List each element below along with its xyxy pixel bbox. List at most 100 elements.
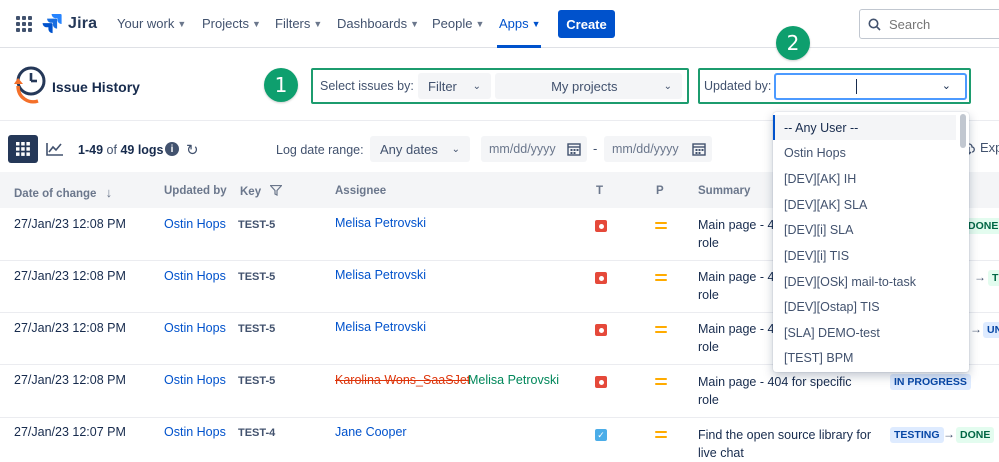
logs-count: 1-49 of 49 logs xyxy=(78,143,164,157)
row-key[interactable]: TEST-5 xyxy=(238,323,275,335)
dropdown-option[interactable]: [DEV][Ostap] TIS xyxy=(773,294,956,319)
col-type[interactable]: T xyxy=(596,185,603,197)
status-badge: IN PROGRESS xyxy=(890,374,971,390)
app-switcher-icon[interactable] xyxy=(16,16,32,32)
chevron-down-icon: ▼ xyxy=(251,18,261,29)
task-checkbox-icon: ✓ xyxy=(595,429,607,441)
date-range-label: Log date range: xyxy=(276,143,364,157)
row-updated-by[interactable]: Ostin Hops xyxy=(164,269,226,283)
search-icon xyxy=(868,18,881,31)
row-key[interactable]: TEST-5 xyxy=(238,375,275,387)
row-key[interactable]: TEST-5 xyxy=(238,219,275,231)
row-key[interactable]: TEST-4 xyxy=(238,427,275,439)
col-key[interactable]: Key xyxy=(240,184,284,198)
row-date: 27/Jan/23 12:08 PM xyxy=(14,321,126,335)
jira-logo-icon xyxy=(42,14,62,34)
status-badge-from: TESTING xyxy=(890,427,944,443)
row-assignee[interactable]: Melisa Petrovski xyxy=(335,320,426,334)
search-input[interactable] xyxy=(889,16,989,32)
row-assignee-new[interactable]: Melisa Petrovski xyxy=(468,373,559,387)
dropdown-scrollbar[interactable] xyxy=(960,114,966,148)
text-caret xyxy=(856,79,857,94)
calendar-icon[interactable] xyxy=(692,142,706,156)
status-badge: DONE xyxy=(964,218,999,234)
dropdown-option[interactable]: [DEV][AK] SLA xyxy=(773,192,956,217)
dropdown-option[interactable]: [DEV][i] TIS xyxy=(773,243,956,268)
step-badge-2: 2 xyxy=(776,26,810,60)
col-priority[interactable]: P xyxy=(656,185,664,197)
date-range-select[interactable]: Any dates ⌄ xyxy=(370,136,470,162)
dropdown-option[interactable]: [TEST] BPM xyxy=(773,345,956,370)
dropdown-option-any-user[interactable]: -- Any User -- xyxy=(773,115,956,140)
status-badge: UN xyxy=(983,322,999,338)
col-updated-by[interactable]: Updated by xyxy=(164,185,227,197)
row-assignee[interactable]: Melisa Petrovski xyxy=(335,268,426,282)
dropdown-option[interactable]: [SLA] DEMO-test xyxy=(773,320,956,345)
search-box[interactable] xyxy=(859,9,999,39)
jira-logo[interactable]: Jira xyxy=(42,13,97,35)
bug-icon xyxy=(595,324,607,336)
top-navigation: Jira Your work ▼ Projects ▼ Filters ▼ Dashb… xyxy=(0,0,999,48)
status-badge: T xyxy=(988,270,999,286)
chevron-down-icon: ▼ xyxy=(313,18,323,29)
row-date: 27/Jan/23 12:08 PM xyxy=(14,373,126,387)
nav-filters[interactable]: Filters ▼ xyxy=(275,16,322,31)
chevron-down-icon: ▼ xyxy=(177,18,187,29)
date-from-input[interactable]: mm/dd/yyyy xyxy=(481,136,587,162)
info-icon[interactable]: i xyxy=(165,142,179,156)
nav-dashboards[interactable]: Dashboards ▼ xyxy=(337,16,419,31)
date-to-input[interactable]: mm/dd/yyyy xyxy=(604,136,712,162)
active-nav-indicator xyxy=(497,45,541,48)
col-assignee[interactable]: Assignee xyxy=(335,185,386,197)
priority-medium-icon xyxy=(655,431,667,439)
row-date: 27/Jan/23 12:08 PM xyxy=(14,269,126,283)
grid-view-button[interactable] xyxy=(8,135,38,163)
create-button[interactable]: Create xyxy=(558,10,615,38)
dropdown-option[interactable]: Ostin Hops xyxy=(773,140,956,165)
col-summary[interactable]: Summary xyxy=(698,185,750,197)
row-assignee[interactable]: Jane Cooper xyxy=(335,425,407,439)
filter-icon[interactable] xyxy=(269,184,284,196)
row-updated-by[interactable]: Ostin Hops xyxy=(164,373,226,387)
status-arrow-icon: → xyxy=(970,322,982,336)
col-date-of-change[interactable]: Date of change ↓ xyxy=(14,185,112,200)
date-separator: - xyxy=(593,141,598,156)
nav-projects[interactable]: Projects ▼ xyxy=(202,16,261,31)
chevron-down-icon: ⌄ xyxy=(941,80,951,92)
dropdown-option[interactable]: [DEV][AK] IH xyxy=(773,166,956,191)
filter-type-select[interactable]: Filter ⌄ xyxy=(418,73,491,99)
priority-medium-icon xyxy=(655,222,667,230)
nav-your-work[interactable]: Your work ▼ xyxy=(117,16,186,31)
row-summary[interactable]: Find the open source library for live cha… xyxy=(698,426,884,462)
chevron-down-icon: ▼ xyxy=(475,18,485,29)
updated-by-label: Updated by: xyxy=(704,79,772,93)
bug-icon xyxy=(595,220,607,232)
chevron-down-icon: ▼ xyxy=(531,18,541,29)
chevron-down-icon: ⌄ xyxy=(663,80,672,92)
calendar-icon[interactable] xyxy=(567,142,581,156)
row-summary[interactable]: Main page - 404 for specific role xyxy=(698,373,884,409)
filter-value-select[interactable]: My projects ⌄ xyxy=(495,73,682,99)
status-badge-to: DONE xyxy=(956,427,995,443)
refresh-icon[interactable]: ↻ xyxy=(186,141,199,159)
row-key[interactable]: TEST-5 xyxy=(238,271,275,283)
nav-apps[interactable]: Apps ▼ xyxy=(499,16,541,31)
arrow-down-icon: ↓ xyxy=(105,185,113,200)
dropdown-option[interactable]: [DEV][i] SLA xyxy=(773,217,956,242)
chevron-down-icon: ⌄ xyxy=(472,80,481,92)
dropdown-option[interactable]: [DEV][OSk] mail-to-task xyxy=(773,269,956,294)
chevron-down-icon: ⌄ xyxy=(451,143,460,155)
step-badge-1: 1 xyxy=(264,68,298,102)
priority-medium-icon xyxy=(655,274,667,282)
nav-people[interactable]: People ▼ xyxy=(432,16,484,31)
row-updated-by[interactable]: Ostin Hops xyxy=(164,217,226,231)
chart-view-button[interactable] xyxy=(40,135,70,163)
updated-by-select[interactable]: ⌄ xyxy=(774,73,967,100)
status-arrow-icon: → xyxy=(974,270,986,284)
bug-icon xyxy=(595,376,607,388)
row-updated-by[interactable]: Ostin Hops xyxy=(164,321,226,335)
issue-history-logo-icon xyxy=(14,66,46,104)
row-assignee-previous: Karolina Wons_SaaSJet xyxy=(335,373,471,387)
row-updated-by[interactable]: Ostin Hops xyxy=(164,425,226,439)
row-assignee[interactable]: Melisa Petrovski xyxy=(335,216,426,230)
